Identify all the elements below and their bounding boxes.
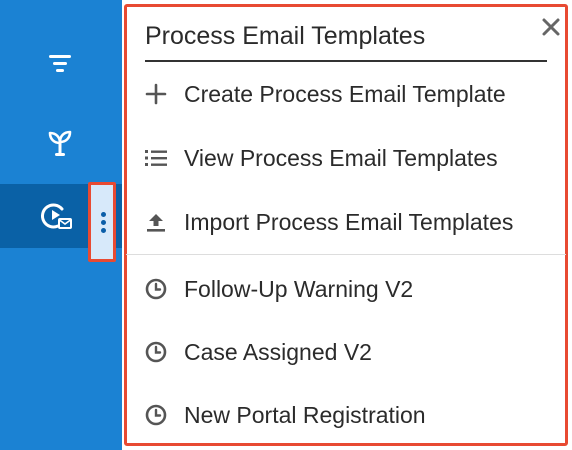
filter-icon [40, 46, 80, 82]
menu-item-label: Create Process Email Template [184, 80, 506, 107]
more-options-button[interactable] [88, 182, 116, 262]
menu-title: Process Email Templates [145, 20, 547, 62]
sprout-icon [40, 125, 80, 161]
recent-template-item[interactable]: Follow-Up Warning V2 [136, 261, 560, 317]
menu-item-label: Import Process Email Templates [184, 208, 514, 235]
upload-icon [144, 210, 168, 234]
vertical-ellipsis-icon [101, 212, 107, 234]
clock-icon [144, 340, 168, 364]
create-template-menu-item[interactable]: Create Process Email Template [136, 66, 560, 122]
menu-divider [126, 254, 566, 255]
plus-icon [144, 82, 168, 106]
recent-template-item[interactable]: Case Assigned V2 [136, 324, 560, 380]
close-icon [542, 18, 560, 36]
sidebar-item-filter[interactable] [0, 32, 122, 96]
recent-template-item[interactable]: New Portal Registration [136, 387, 560, 443]
menu-item-label: Follow-Up Warning V2 [184, 275, 414, 302]
menu-item-label: Case Assigned V2 [184, 338, 372, 365]
menu-item-label: New Portal Registration [184, 401, 426, 428]
clock-icon [144, 403, 168, 427]
menu-item-label: View Process Email Templates [184, 144, 498, 171]
view-templates-menu-item[interactable]: View Process Email Templates [136, 130, 560, 186]
import-templates-menu-item[interactable]: Import Process Email Templates [136, 194, 560, 250]
list-icon [144, 146, 168, 170]
sidebar-item-sprout[interactable] [0, 111, 122, 175]
close-button[interactable] [538, 14, 564, 40]
clock-icon [144, 277, 168, 301]
process-email-icon [36, 198, 76, 234]
